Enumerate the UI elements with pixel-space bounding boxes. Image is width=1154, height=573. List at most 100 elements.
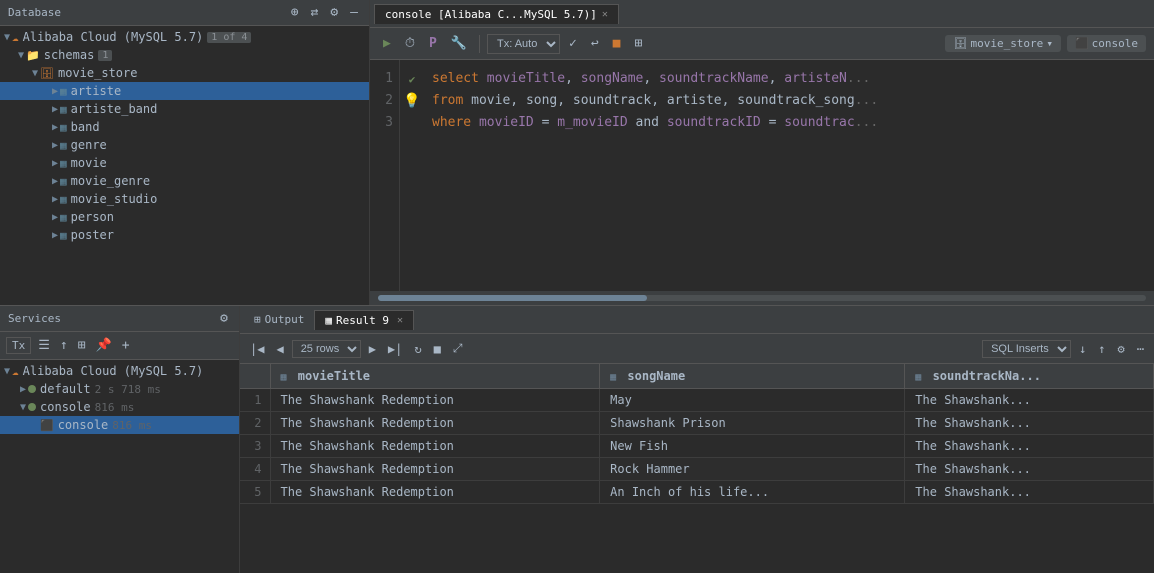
prev-page-btn[interactable]: ◀: [272, 341, 287, 357]
editor-tab-console[interactable]: console [Alibaba C...MySQL 5.7)] ✕: [374, 4, 619, 24]
person-arrow[interactable]: ▶: [52, 212, 58, 223]
services-console-sub[interactable]: ⬛ console 816 ms: [0, 416, 239, 434]
run-button[interactable]: ▶: [378, 34, 396, 53]
col-header-soundtrack[interactable]: ▦ soundtrackNa...: [905, 364, 1154, 389]
code-editor[interactable]: select movieTitle, songName, soundtrackN…: [424, 60, 1154, 291]
toolbar-separator: [479, 35, 480, 53]
undo-button[interactable]: ↩: [586, 34, 604, 53]
refresh-btn[interactable]: ↻: [410, 341, 425, 357]
scrollbar-thumb: [378, 295, 647, 301]
col-sort-icon: ▦: [281, 372, 287, 383]
stop-button[interactable]: ■: [608, 34, 626, 53]
services-default[interactable]: ▶ default 2 s 718 ms: [0, 380, 239, 398]
movie-genre-arrow[interactable]: ▶: [52, 176, 58, 187]
settings-icon[interactable]: ⚙: [327, 4, 341, 21]
last-page-btn[interactable]: ▶|: [384, 341, 406, 357]
table-row: 1The Shawshank RedemptionMayThe Shawshan…: [240, 389, 1154, 412]
services-tree-icon[interactable]: ⊞: [75, 337, 89, 354]
code-line-2: from movie, song, soundtrack, artiste, s…: [424, 90, 1154, 112]
artiste-label: artiste: [71, 84, 122, 98]
person-label: person: [71, 210, 114, 224]
editor-content: 1 2 3 ✔ 💡 select movieTitle, songName, s…: [370, 60, 1154, 291]
tree-movie-store[interactable]: ▼ 🗄 movie_store: [0, 64, 369, 82]
results-more-btn[interactable]: ⋯: [1133, 341, 1148, 357]
cell-soundtrack-name: The Shawshank...: [905, 458, 1154, 481]
genre-arrow[interactable]: ▶: [52, 140, 58, 151]
tree-root-alibaba[interactable]: ▼ ☁ Alibaba Cloud (MySQL 5.7) 1 of 4: [0, 28, 369, 46]
col-header-movie-title[interactable]: ▦ movieTitle: [270, 364, 600, 389]
services-root-arrow[interactable]: ▼: [4, 366, 10, 377]
next-page-btn[interactable]: ▶: [365, 341, 380, 357]
artiste-band-arrow[interactable]: ▶: [52, 104, 58, 115]
expand-arrow[interactable]: ▼: [4, 32, 10, 43]
p-button[interactable]: P: [424, 34, 442, 53]
tx-check-icon[interactable]: ✓: [564, 34, 582, 53]
schema-db-icon: 🗄: [953, 37, 967, 50]
sql-inserts-select[interactable]: SQL Inserts: [982, 340, 1071, 358]
band-arrow[interactable]: ▶: [52, 122, 58, 133]
rows-select[interactable]: 25 rows: [292, 340, 361, 358]
default-label: default: [40, 382, 91, 396]
cell-soundtrack-name: The Shawshank...: [905, 481, 1154, 504]
tree-movie-genre[interactable]: ▶ ▦ movie_genre: [0, 172, 369, 190]
tools-button[interactable]: 🔧: [446, 34, 472, 53]
movie-label: movie: [71, 156, 107, 170]
services-root[interactable]: ▼ ☁ Alibaba Cloud (MySQL 5.7): [0, 362, 239, 380]
services-add-icon[interactable]: +: [119, 337, 133, 354]
col-header-song-name[interactable]: ▦ songName: [600, 364, 905, 389]
editor-scrollbar[interactable]: [370, 291, 1154, 305]
output-tab[interactable]: ⊞ Output: [244, 310, 314, 329]
sync-icon[interactable]: ⇄: [308, 4, 322, 21]
tree-movie-studio[interactable]: ▶ ▦ movie_studio: [0, 190, 369, 208]
col-sort-icon2: ▦: [610, 372, 616, 383]
schema-badge[interactable]: 🗄 movie_store ▾: [945, 35, 1060, 52]
services-console[interactable]: ▼ console 816 ms: [0, 398, 239, 416]
tree-schemas[interactable]: ▼ 📁 schemas 1: [0, 46, 369, 64]
services-up-icon[interactable]: ↑: [57, 337, 71, 354]
add-connection-icon[interactable]: ⊕: [288, 4, 302, 21]
grid-button[interactable]: ⊞: [629, 34, 647, 53]
console-icon: ⬛: [1075, 37, 1089, 50]
table-row: 3The Shawshank RedemptionNew FishThe Sha…: [240, 435, 1154, 458]
collapse-icon[interactable]: —: [347, 4, 361, 21]
services-settings-icon[interactable]: ⚙: [217, 310, 231, 327]
code-line-3: where movieID = m_movieID and soundtrack…: [424, 112, 1154, 134]
movie-store-arrow[interactable]: ▼: [32, 68, 38, 79]
poster-arrow[interactable]: ▶: [52, 230, 58, 241]
result-tab-close[interactable]: ✕: [397, 315, 403, 326]
cell-song-name: May: [600, 389, 905, 412]
history-button[interactable]: ⏱: [400, 34, 420, 53]
first-page-btn[interactable]: |◀: [246, 341, 268, 357]
console-arrow[interactable]: ▼: [20, 402, 26, 413]
database-title: Database: [8, 6, 61, 19]
result-tab[interactable]: ▦ Result 9 ✕: [314, 310, 414, 330]
tree-movie[interactable]: ▶ ▦ movie: [0, 154, 369, 172]
default-arrow[interactable]: ▶: [20, 384, 26, 395]
results-settings-btn[interactable]: ⚙: [1114, 341, 1129, 357]
console-sub-label: console: [58, 418, 109, 432]
tree-poster[interactable]: ▶ ▦ poster: [0, 226, 369, 244]
code-line-1: select movieTitle, songName, soundtrackN…: [424, 68, 1154, 90]
schemas-arrow[interactable]: ▼: [18, 50, 24, 61]
services-list-icon[interactable]: ☰: [35, 337, 53, 354]
tree-artiste[interactable]: ▶ ▦ artiste: [0, 82, 369, 100]
movie-studio-label: movie_studio: [71, 192, 158, 206]
tx-select[interactable]: Tx: Auto: [487, 34, 560, 54]
services-pin-icon[interactable]: 📌: [93, 337, 115, 354]
console-badge[interactable]: ⬛ console: [1067, 35, 1146, 52]
console-time: 816 ms: [95, 401, 135, 414]
export-btn[interactable]: ⤢: [449, 340, 467, 357]
tree-band[interactable]: ▶ ▦ band: [0, 118, 369, 136]
movie-studio-arrow[interactable]: ▶: [52, 194, 58, 205]
services-panel: Services ⚙ Tx ☰ ↑ ⊞ 📌 + ▼ ☁ Alibaba Clou…: [0, 306, 240, 573]
tab-close-icon[interactable]: ✕: [602, 9, 608, 20]
tree-person[interactable]: ▶ ▦ person: [0, 208, 369, 226]
artiste-arrow[interactable]: ▶: [52, 86, 58, 97]
stop-results-btn[interactable]: ■: [430, 341, 445, 357]
download-btn[interactable]: ↓: [1075, 341, 1090, 357]
movie-arrow[interactable]: ▶: [52, 158, 58, 169]
tree-artiste-band[interactable]: ▶ ▦ artiste_band: [0, 100, 369, 118]
schema-label: movie_store: [970, 37, 1043, 50]
tree-genre[interactable]: ▶ ▦ genre: [0, 136, 369, 154]
upload-btn[interactable]: ↑: [1094, 341, 1109, 357]
